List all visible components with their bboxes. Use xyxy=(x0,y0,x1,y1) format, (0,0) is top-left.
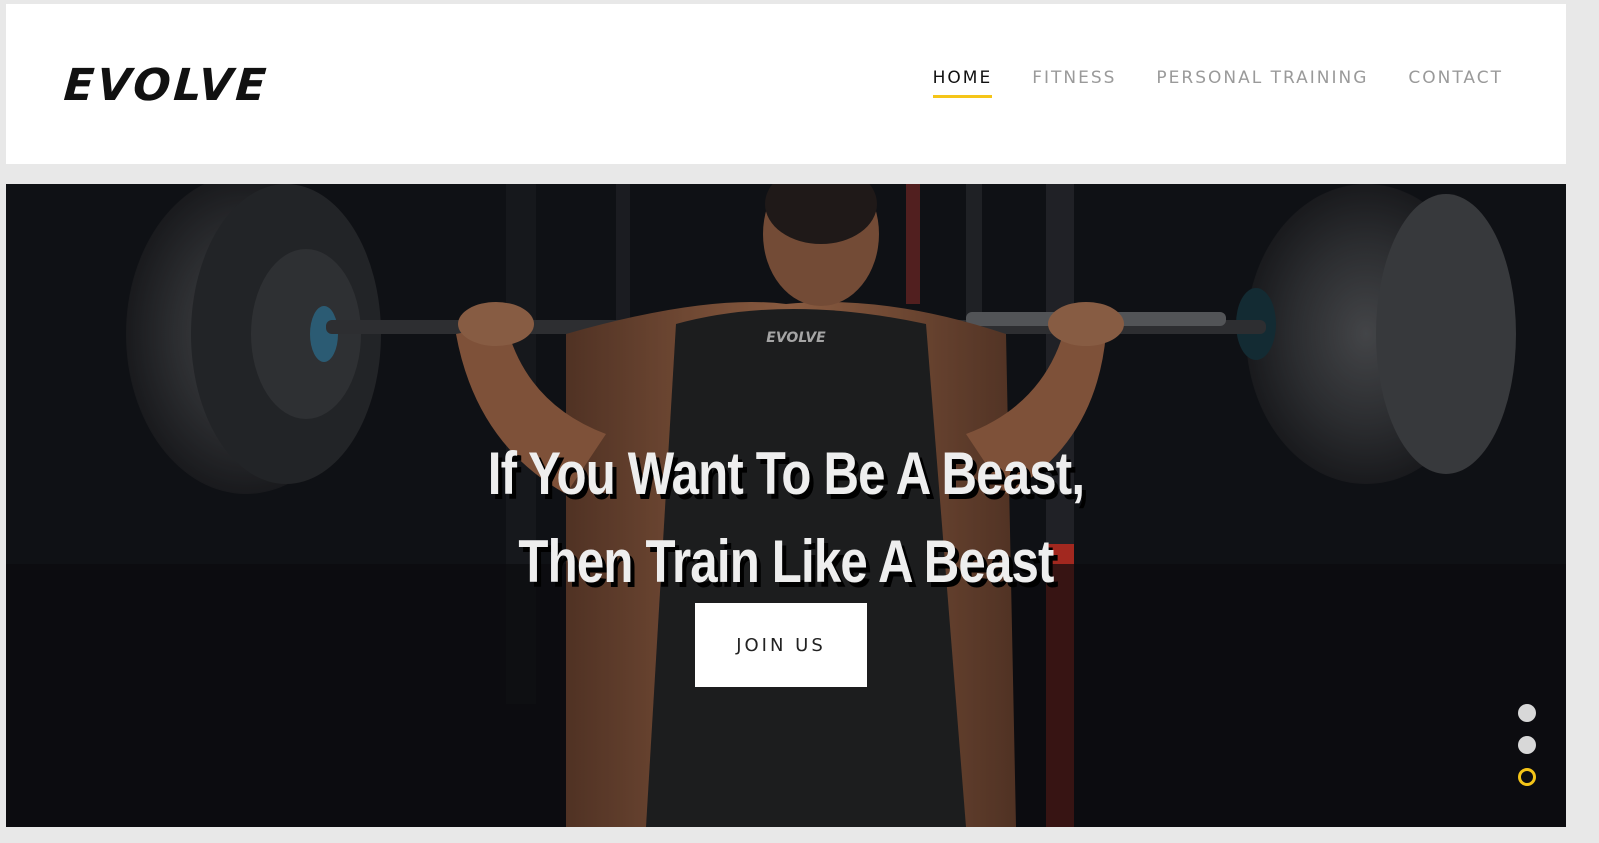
main-nav: HOME FITNESS PERSONAL TRAINING CONTACT xyxy=(932,68,1503,98)
join-us-button[interactable]: JOIN US xyxy=(695,603,867,687)
hero-headline-line-1: If You Want To Be A Beast, xyxy=(487,440,1085,508)
nav-item-label: PERSONAL TRAINING xyxy=(1156,68,1369,88)
page-frame: EVOLVE HOME FITNESS PERSONAL TRAINING CO… xyxy=(6,4,1566,832)
nav-item-contact[interactable]: CONTACT xyxy=(1408,68,1503,98)
slide-dot-1[interactable] xyxy=(1518,704,1536,722)
nav-item-label: HOME xyxy=(932,68,993,88)
slide-pagination xyxy=(1518,704,1536,786)
nav-item-personal-training[interactable]: PERSONAL TRAINING xyxy=(1156,68,1368,98)
nav-item-home[interactable]: HOME xyxy=(932,68,993,98)
slide-dot-3-active[interactable] xyxy=(1518,768,1536,786)
hero-headline: If You Want To Be A Beast, Then Train Li… xyxy=(146,430,1425,606)
site-logo[interactable]: EVOLVE xyxy=(62,60,270,111)
nav-item-label: CONTACT xyxy=(1408,68,1503,88)
slide-dot-2[interactable] xyxy=(1518,736,1536,754)
site-header: EVOLVE HOME FITNESS PERSONAL TRAINING CO… xyxy=(6,4,1566,164)
nav-item-fitness[interactable]: FITNESS xyxy=(1032,68,1116,98)
hero-banner: EVOLVE If You Want To Be A Beast, Then T… xyxy=(6,184,1566,827)
hero-headline-line-2: Then Train Like A Beast xyxy=(518,528,1054,596)
nav-item-label: FITNESS xyxy=(1032,68,1117,88)
active-nav-underline xyxy=(932,95,993,98)
